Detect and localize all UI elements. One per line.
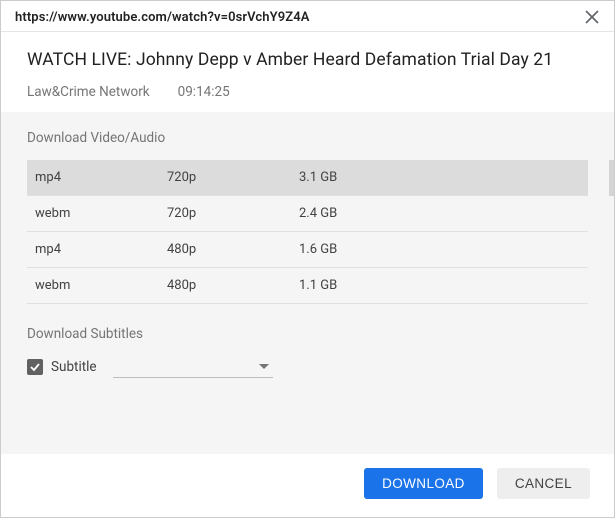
subtitles-heading: Download Subtitles <box>27 326 588 342</box>
format-quality: 480p <box>167 278 299 293</box>
dialog-header: WATCH LIVE: Johnny Depp v Amber Heard De… <box>1 32 614 112</box>
subtitle-label: Subtitle <box>51 359 97 375</box>
format-size: 2.4 GB <box>299 206 580 221</box>
format-container: mp4 <box>35 242 167 257</box>
video-title: WATCH LIVE: Johnny Depp v Amber Heard De… <box>27 50 588 70</box>
url-text: https://www.youtube.com/watch?v=0srVchY9… <box>15 10 582 25</box>
cancel-button[interactable]: CANCEL <box>497 468 590 499</box>
format-container: webm <box>35 206 167 221</box>
format-row[interactable]: mp4 480p 1.6 GB <box>27 232 588 268</box>
format-row[interactable]: mp4 720p 3.1 GB <box>27 160 588 196</box>
close-button[interactable] <box>582 7 602 27</box>
format-container: webm <box>35 278 167 293</box>
download-dialog: https://www.youtube.com/watch?v=0srVchY9… <box>0 0 615 518</box>
subtitle-checkbox[interactable] <box>27 359 43 375</box>
channel-name: Law&Crime Network <box>27 84 150 100</box>
format-size: 1.6 GB <box>299 242 580 257</box>
format-list: mp4 720p 3.1 GB webm 720p 2.4 GB mp4 480… <box>27 160 588 304</box>
format-row[interactable]: webm 480p 1.1 GB <box>27 268 588 304</box>
checkmark-icon <box>29 361 41 373</box>
format-quality: 720p <box>167 170 299 185</box>
dialog-footer: DOWNLOAD CANCEL <box>1 454 614 517</box>
format-size: 1.1 GB <box>299 278 580 293</box>
scrollbar-thumb[interactable] <box>609 160 614 196</box>
format-container: mp4 <box>35 170 167 185</box>
format-size: 3.1 GB <box>299 170 580 185</box>
download-section: Download Video/Audio mp4 720p 3.1 GB web… <box>1 112 614 454</box>
close-icon <box>585 10 599 24</box>
video-duration: 09:14:25 <box>178 84 230 100</box>
format-quality: 480p <box>167 242 299 257</box>
video-meta: Law&Crime Network 09:14:25 <box>27 84 588 100</box>
url-bar: https://www.youtube.com/watch?v=0srVchY9… <box>1 1 614 32</box>
subtitle-language-select[interactable] <box>113 356 273 378</box>
formats-heading: Download Video/Audio <box>27 130 588 146</box>
chevron-down-icon <box>259 364 269 370</box>
download-button[interactable]: DOWNLOAD <box>364 468 483 499</box>
format-quality: 720p <box>167 206 299 221</box>
format-row[interactable]: webm 720p 2.4 GB <box>27 196 588 232</box>
subtitle-row: Subtitle <box>27 356 588 378</box>
